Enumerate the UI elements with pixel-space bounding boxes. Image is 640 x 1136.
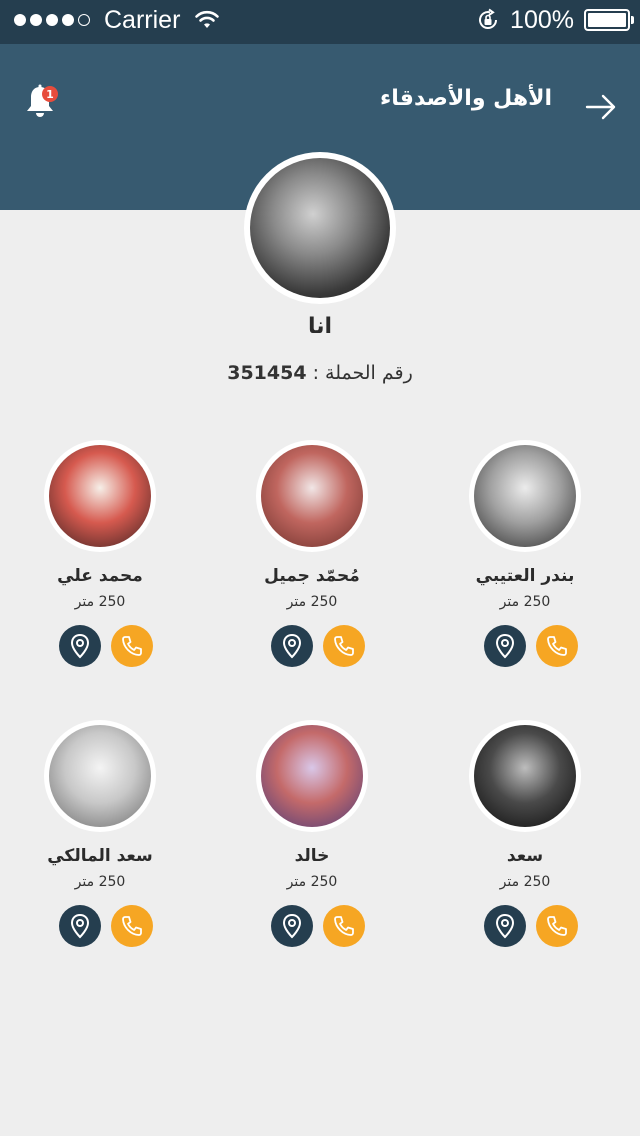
signal-dot bbox=[46, 14, 58, 26]
signal-dot bbox=[78, 14, 90, 26]
rotation-lock-icon bbox=[479, 8, 498, 29]
location-button[interactable] bbox=[59, 625, 101, 667]
location-button[interactable] bbox=[271, 625, 313, 667]
call-button[interactable] bbox=[536, 625, 578, 667]
friend-card: سعد المالكي 250 متر bbox=[0, 720, 200, 950]
friend-name: محمد علي bbox=[57, 566, 143, 586]
signal-dot bbox=[30, 14, 42, 26]
carrier-label: Carrier bbox=[104, 5, 181, 34]
map-pin-icon bbox=[495, 913, 515, 939]
status-left: Carrier bbox=[14, 0, 220, 40]
phone-icon bbox=[122, 916, 142, 936]
friend-avatar-image bbox=[474, 445, 576, 547]
friend-distance: 250 متر bbox=[286, 594, 338, 610]
friend-name: بندر العتيبي bbox=[475, 566, 575, 586]
phone-icon bbox=[547, 636, 567, 656]
map-pin-icon bbox=[70, 913, 90, 939]
notification-badge: 1 bbox=[42, 86, 58, 102]
signal-dot bbox=[62, 14, 74, 26]
friend-card: بندر العتيبي 250 متر bbox=[425, 440, 625, 670]
friend-name: سعد المالكي bbox=[47, 846, 153, 866]
battery-fill bbox=[588, 13, 626, 27]
friend-avatar-image bbox=[474, 725, 576, 827]
phone-icon bbox=[334, 916, 354, 936]
friend-name: خالد bbox=[294, 846, 330, 866]
friend-avatar[interactable] bbox=[256, 440, 368, 552]
battery-percentage: 100% bbox=[510, 5, 574, 34]
friend-avatar[interactable] bbox=[469, 720, 581, 832]
signal-strength-icon bbox=[14, 14, 90, 26]
phone-icon bbox=[334, 636, 354, 656]
friend-avatar[interactable] bbox=[256, 720, 368, 832]
my-name: انا bbox=[307, 314, 333, 339]
friend-avatar-image bbox=[261, 445, 363, 547]
friend-avatar-image bbox=[261, 725, 363, 827]
friend-distance: 250 متر bbox=[74, 594, 126, 610]
battery-icon bbox=[584, 9, 634, 31]
arrow-right-icon[interactable] bbox=[584, 90, 618, 124]
map-pin-icon bbox=[282, 913, 302, 939]
friend-card: محمد علي 250 متر bbox=[0, 440, 200, 670]
friend-distance: 250 متر bbox=[499, 594, 551, 610]
page-title: الأهل والأصدقاء bbox=[380, 86, 552, 111]
phone-icon bbox=[547, 916, 567, 936]
call-button[interactable] bbox=[323, 625, 365, 667]
friend-card: سعد 250 متر bbox=[425, 720, 625, 950]
location-button[interactable] bbox=[59, 905, 101, 947]
signal-dot bbox=[14, 14, 26, 26]
map-pin-icon bbox=[495, 633, 515, 659]
friend-name: مُحمّد جميل bbox=[264, 566, 360, 586]
call-button[interactable] bbox=[111, 625, 153, 667]
status-right: 100% bbox=[476, 0, 634, 40]
wifi-icon bbox=[195, 10, 220, 28]
my-avatar[interactable] bbox=[244, 152, 396, 304]
status-bar: Carrier 100% bbox=[0, 0, 640, 44]
campaign-label: رقم الحملة : bbox=[312, 362, 413, 384]
call-button[interactable] bbox=[536, 905, 578, 947]
friend-distance: 250 متر bbox=[74, 874, 126, 890]
call-button[interactable] bbox=[323, 905, 365, 947]
campaign-number: رقم الحملة : 351454 bbox=[0, 362, 640, 384]
phone-icon bbox=[122, 636, 142, 656]
friend-card: مُحمّد جميل 250 متر bbox=[212, 440, 412, 670]
campaign-value: 351454 bbox=[227, 362, 307, 384]
friend-avatar[interactable] bbox=[44, 720, 156, 832]
friend-name: سعد bbox=[506, 846, 544, 866]
my-avatar-image bbox=[250, 158, 390, 298]
friend-avatar-image bbox=[49, 445, 151, 547]
friend-avatar[interactable] bbox=[469, 440, 581, 552]
friend-distance: 250 متر bbox=[286, 874, 338, 890]
map-pin-icon bbox=[282, 633, 302, 659]
location-button[interactable] bbox=[484, 905, 526, 947]
location-button[interactable] bbox=[271, 905, 313, 947]
location-button[interactable] bbox=[484, 625, 526, 667]
friend-card: خالد 250 متر bbox=[212, 720, 412, 950]
friend-distance: 250 متر bbox=[499, 874, 551, 890]
friend-avatar[interactable] bbox=[44, 440, 156, 552]
friend-avatar-image bbox=[49, 725, 151, 827]
call-button[interactable] bbox=[111, 905, 153, 947]
map-pin-icon bbox=[70, 633, 90, 659]
